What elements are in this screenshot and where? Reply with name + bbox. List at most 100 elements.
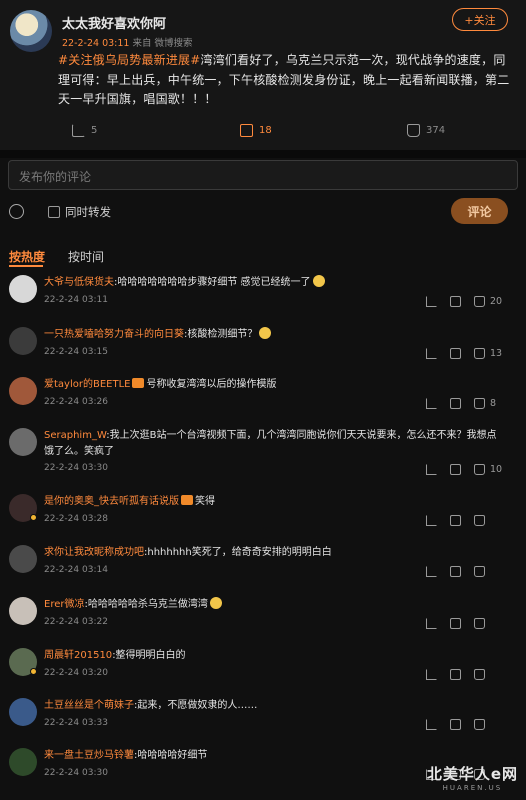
commenter-name[interactable]: Erer微凉 — [44, 599, 84, 610]
comment-like-button[interactable] — [474, 668, 508, 680]
repost-label[interactable]: 同时转发 — [65, 204, 111, 220]
comment-text: 来一盘土豆炒马铃薯:哈哈哈哈好细节 — [44, 748, 506, 764]
follow-button[interactable]: +关注 — [452, 8, 508, 31]
comment-like-button[interactable]: 10 — [474, 463, 508, 475]
like-icon[interactable] — [474, 514, 485, 526]
share-icon[interactable] — [426, 463, 437, 475]
like-icon[interactable] — [474, 718, 485, 730]
comment-like-button[interactable] — [474, 565, 508, 577]
like-icon[interactable] — [474, 463, 485, 475]
like-button[interactable]: 374 — [407, 124, 445, 137]
share-icon[interactable] — [426, 397, 437, 409]
like-icon[interactable] — [474, 295, 485, 307]
like-icon[interactable] — [474, 668, 485, 680]
comment-text: Seraphim_W:我上次逛B站一个台湾视频下面，几个湾湾同胞说你们天天说要来… — [44, 428, 506, 460]
commenter-name[interactable]: 是你的奥奥_快去听孤有话说版 — [44, 496, 179, 507]
commenter-name[interactable]: 土豆丝丝是个萌妹子 — [44, 700, 134, 711]
share-button[interactable]: 5 — [72, 124, 97, 137]
fan-badge-icon — [181, 495, 193, 505]
commenter-name[interactable]: 大爷与低保货夫 — [44, 277, 114, 288]
like-icon[interactable] — [474, 565, 485, 577]
comment-like-button[interactable] — [474, 617, 508, 629]
share-icon[interactable] — [426, 514, 437, 526]
comment-like-button[interactable]: 8 — [474, 397, 508, 409]
comment-like-button[interactable] — [474, 718, 508, 730]
comment-like-button[interactable] — [474, 514, 508, 526]
comment-time: 22-2-24 03:30 — [44, 463, 108, 473]
reply-icon[interactable] — [450, 397, 461, 409]
emoji-icon[interactable] — [9, 204, 24, 219]
commenter-name[interactable]: 一只热爱嗑哈努力奋斗的向日葵 — [44, 329, 184, 340]
like-icon — [407, 124, 420, 137]
reply-icon[interactable] — [450, 347, 461, 359]
comment-body: :hhhhhhh笑死了，给奇奇安排的明明白白 — [144, 547, 332, 558]
commenter-name[interactable]: 求你让我改昵称成功吧 — [44, 547, 144, 558]
tab-sort-hot[interactable]: 按热度 — [9, 248, 45, 265]
comment-like-button[interactable]: 20 — [474, 295, 508, 307]
commenter-name[interactable]: Seraphim_W — [44, 430, 106, 441]
comment-like-count: 10 — [490, 463, 503, 475]
comment-input[interactable]: 发布你的评论 — [8, 160, 518, 190]
share-icon[interactable] — [426, 617, 437, 629]
comment-time: 22-2-24 03:26 — [44, 397, 108, 407]
fan-badge-icon — [132, 378, 145, 388]
like-icon[interactable] — [474, 617, 485, 629]
comment-actions — [426, 717, 508, 731]
commenter-avatar[interactable] — [9, 698, 37, 726]
author-avatar[interactable] — [10, 10, 52, 52]
reply-icon[interactable] — [450, 565, 461, 577]
comment-text: 一只热爱嗑哈努力奋斗的向日葵:核酸检测细节？ — [44, 327, 506, 343]
comment-text: 是你的奥奥_快去听孤有话说版 笑得 — [44, 494, 506, 510]
share-icon[interactable] — [426, 718, 437, 730]
reply-icon[interactable] — [450, 295, 461, 307]
share-icon[interactable] — [426, 347, 437, 359]
section-divider — [0, 150, 526, 158]
comment-body: :核酸检测细节？ — [184, 329, 258, 340]
compose-toolbar: 同时转发 评论 — [0, 198, 526, 228]
share-icon[interactable] — [426, 565, 437, 577]
post-actions: 5 18 374 — [0, 122, 526, 144]
comment-time: 22-2-24 03:11 — [44, 295, 108, 305]
comment-actions: 8 — [426, 396, 508, 410]
reply-icon[interactable] — [450, 617, 461, 629]
emoji-sticker-icon — [312, 275, 325, 287]
post-source: 来自 微博搜索 — [132, 38, 193, 49]
comment-button[interactable]: 18 — [240, 124, 526, 137]
comment-like-button[interactable]: 13 — [474, 347, 508, 359]
share-icon[interactable] — [426, 668, 437, 680]
reply-icon[interactable] — [450, 718, 461, 730]
post-meta: 22-2-24 03:11 来自 微博搜索 — [62, 35, 193, 49]
comment-actions — [426, 667, 508, 681]
watermark-subtitle: HUAREN.US — [442, 784, 503, 792]
commenter-name[interactable]: 来一盘土豆炒马铃薯 — [44, 750, 134, 761]
reply-icon[interactable] — [450, 514, 461, 526]
commenter-avatar[interactable] — [9, 597, 37, 625]
repost-checkbox[interactable] — [48, 206, 60, 218]
comment-body: 号称收复湾湾以后的操作模版 — [146, 379, 277, 390]
commenter-avatar[interactable] — [9, 545, 37, 573]
share-icon — [72, 124, 85, 137]
reply-icon[interactable] — [450, 463, 461, 475]
commenter-avatar[interactable] — [9, 275, 37, 303]
comment-text: 土豆丝丝是个萌妹子:起来，不愿做奴隶的人…… — [44, 698, 506, 714]
commenter-avatar[interactable] — [9, 428, 37, 456]
watermark-title: 北美华人e网 — [426, 765, 518, 783]
commenter-name[interactable]: 爱taylor的BEETLE — [44, 379, 130, 390]
reply-icon[interactable] — [450, 668, 461, 680]
like-icon[interactable] — [474, 347, 485, 359]
verified-badge-icon — [30, 668, 37, 675]
commenter-avatar[interactable] — [9, 327, 37, 355]
tab-sort-time[interactable]: 按时间 — [68, 248, 104, 265]
share-count: 5 — [91, 125, 98, 136]
topic-tag[interactable]: #关注俄乌局势最新进展# — [58, 53, 201, 67]
author-name[interactable]: 太太我好喜欢你阿 — [62, 13, 166, 32]
comment-body: :哈哈哈哈好细节 — [134, 750, 208, 761]
commenter-avatar[interactable] — [9, 377, 37, 405]
submit-comment-button[interactable]: 评论 — [451, 198, 508, 224]
post-card: 太太我好喜欢你阿 22-2-24 03:11 来自 微博搜索 +关注 #关注俄乌… — [0, 0, 526, 150]
commenter-name[interactable]: 周晨轩201510 — [44, 650, 112, 661]
commenter-avatar[interactable] — [9, 748, 37, 776]
like-icon[interactable] — [474, 397, 485, 409]
comment-text: 求你让我改昵称成功吧:hhhhhhh笑死了，给奇奇安排的明明白白 — [44, 545, 506, 561]
share-icon[interactable] — [426, 295, 437, 307]
